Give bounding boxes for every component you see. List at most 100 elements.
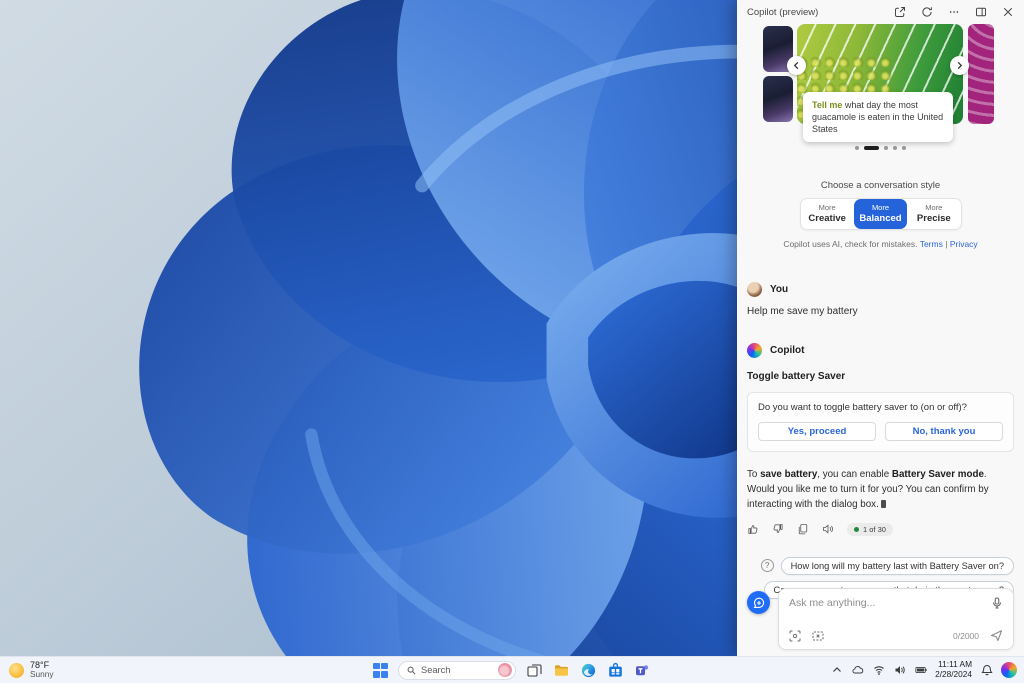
teams-button[interactable] xyxy=(634,662,651,679)
carousel-dot-4[interactable] xyxy=(893,146,897,150)
chevron-right-icon xyxy=(955,61,964,70)
chevron-left-icon xyxy=(792,61,801,70)
new-topic-button[interactable] xyxy=(747,591,770,614)
user-avatar xyxy=(747,282,762,297)
add-image-icon[interactable] xyxy=(789,630,801,642)
suggestion-chip-1[interactable]: How long will my battery last with Batte… xyxy=(781,557,1014,575)
store-icon xyxy=(607,662,624,679)
search-box[interactable]: Search xyxy=(398,661,516,680)
input-toolbar: 0/2000 xyxy=(789,629,1003,642)
carousel-prev-thumbnails[interactable] xyxy=(763,26,793,122)
new-chat-icon xyxy=(753,597,765,609)
search-highlight-image xyxy=(498,663,512,677)
weather-widget[interactable]: 78°F Sunny xyxy=(9,657,54,683)
dialog-question: Do you want to toggle battery saver to (… xyxy=(758,402,1003,413)
assistant-heading: Toggle battery Saver xyxy=(747,371,1014,382)
dock-sidebar-icon[interactable] xyxy=(975,6,987,18)
taskbar-center: Search xyxy=(373,657,651,683)
battery-saver-dialog: Do you want to toggle battery saver to (… xyxy=(747,392,1014,452)
search-placeholder: Search xyxy=(421,665,493,675)
search-icon xyxy=(407,666,416,675)
carousel-dot-2[interactable] xyxy=(864,146,879,150)
task-view-button[interactable] xyxy=(526,662,543,679)
assistant-message: Copilot Toggle battery Saver Do you want… xyxy=(747,343,1014,623)
conversation-style-group: More Creative More Balanced More Precise xyxy=(800,198,962,230)
style-option-balanced[interactable]: More Balanced xyxy=(854,199,907,229)
refresh-icon[interactable] xyxy=(921,6,933,18)
carousel-pagination xyxy=(737,146,1024,150)
carousel-dot-5[interactable] xyxy=(902,146,906,150)
conversation-style-label: Choose a conversation style xyxy=(737,180,1024,191)
terms-link[interactable]: Terms xyxy=(920,239,943,249)
close-icon[interactable] xyxy=(1002,6,1014,18)
question-mark-icon: ? xyxy=(761,559,774,572)
carousel-dot-1[interactable] xyxy=(855,146,859,150)
dialog-buttons: Yes, proceed No, thank you xyxy=(758,422,1003,441)
notifications-bell-icon[interactable] xyxy=(980,664,993,677)
volume-icon[interactable] xyxy=(893,664,906,677)
assistant-message-header: Copilot xyxy=(747,343,1014,358)
file-explorer-icon xyxy=(553,662,570,679)
tray-overflow-chevron-icon[interactable] xyxy=(830,664,843,677)
edge-browser-button[interactable] xyxy=(580,662,597,679)
carousel-dot-3[interactable] xyxy=(884,146,888,150)
conversation-style-section: Choose a conversation style More Creativ… xyxy=(737,180,1024,249)
copilot-panel: Copilot (preview) xyxy=(737,0,1024,656)
weather-condition: Sunny xyxy=(30,670,54,680)
copilot-header-actions xyxy=(894,6,1014,18)
chat-thread: You Help me save my battery Copilot Togg… xyxy=(747,282,1014,623)
microphone-icon[interactable] xyxy=(991,597,1003,609)
open-in-browser-icon[interactable] xyxy=(894,6,906,18)
green-dot-icon xyxy=(854,527,859,532)
read-aloud-icon[interactable] xyxy=(822,523,834,535)
ai-disclaimer: Copilot uses AI, check for mistakes. Ter… xyxy=(737,239,1024,249)
screen-capture-icon[interactable] xyxy=(812,630,824,642)
feedback-toolbar: 1 of 30 xyxy=(747,523,1014,536)
carousel-next-button[interactable] xyxy=(950,56,969,75)
copilot-logo-icon xyxy=(747,343,762,358)
carousel-thumbnail-city-2 xyxy=(763,76,793,122)
privacy-link[interactable]: Privacy xyxy=(950,239,978,249)
assistant-name: Copilot xyxy=(770,345,804,356)
response-counter-badge: 1 of 30 xyxy=(847,523,893,536)
taskbar: 78°F Sunny Search xyxy=(0,656,1024,683)
assistant-answer: To save battery, you can enable Battery … xyxy=(747,467,1014,513)
send-icon[interactable] xyxy=(990,629,1003,642)
style-option-precise[interactable]: More Precise xyxy=(907,199,960,229)
user-message: Help me save my battery xyxy=(747,306,1014,317)
suggestion-carousel: Tell me what day the most guacamole is e… xyxy=(737,24,1024,154)
character-counter: 0/2000 xyxy=(953,631,979,641)
microsoft-store-button[interactable] xyxy=(607,662,624,679)
carousel-prompt-card[interactable]: Tell me what day the most guacamole is e… xyxy=(803,92,953,142)
thumbs-up-icon[interactable] xyxy=(747,523,759,535)
wifi-icon[interactable] xyxy=(872,664,885,677)
style-option-creative[interactable]: More Creative xyxy=(801,199,854,229)
more-options-icon[interactable] xyxy=(948,6,960,18)
clock-date: 2/28/2024 xyxy=(935,670,972,680)
carousel-prev-button[interactable] xyxy=(787,56,806,75)
copilot-title: Copilot (preview) xyxy=(747,7,818,18)
yes-proceed-button[interactable]: Yes, proceed xyxy=(758,422,876,441)
file-explorer-button[interactable] xyxy=(553,662,570,679)
battery-icon[interactable] xyxy=(914,664,927,677)
copilot-header: Copilot (preview) xyxy=(737,0,1024,24)
start-button[interactable] xyxy=(373,663,388,678)
carousel-next-thumbnail[interactable] xyxy=(968,24,994,124)
copilot-taskbar-icon[interactable] xyxy=(1001,662,1017,678)
task-view-icon xyxy=(526,662,543,679)
teams-icon xyxy=(634,662,651,679)
no-thank-you-button[interactable]: No, thank you xyxy=(885,422,1003,441)
typing-cursor xyxy=(881,500,886,508)
edge-icon xyxy=(580,662,597,679)
chat-input-area: 0/2000 xyxy=(747,588,1014,650)
thumbs-down-icon[interactable] xyxy=(772,523,784,535)
copy-icon[interactable] xyxy=(797,523,809,535)
user-name: You xyxy=(770,284,788,295)
user-message-header: You xyxy=(747,282,1014,297)
sun-icon xyxy=(9,663,24,678)
onedrive-cloud-icon[interactable] xyxy=(851,664,864,677)
ask-me-anything-input[interactable] xyxy=(789,597,991,609)
carousel-thumbnail-magenta xyxy=(968,24,994,124)
suggestion-row: ? How long will my battery last with Bat… xyxy=(761,557,1014,575)
clock-widget[interactable]: 11:11 AM 2/28/2024 xyxy=(935,660,972,680)
